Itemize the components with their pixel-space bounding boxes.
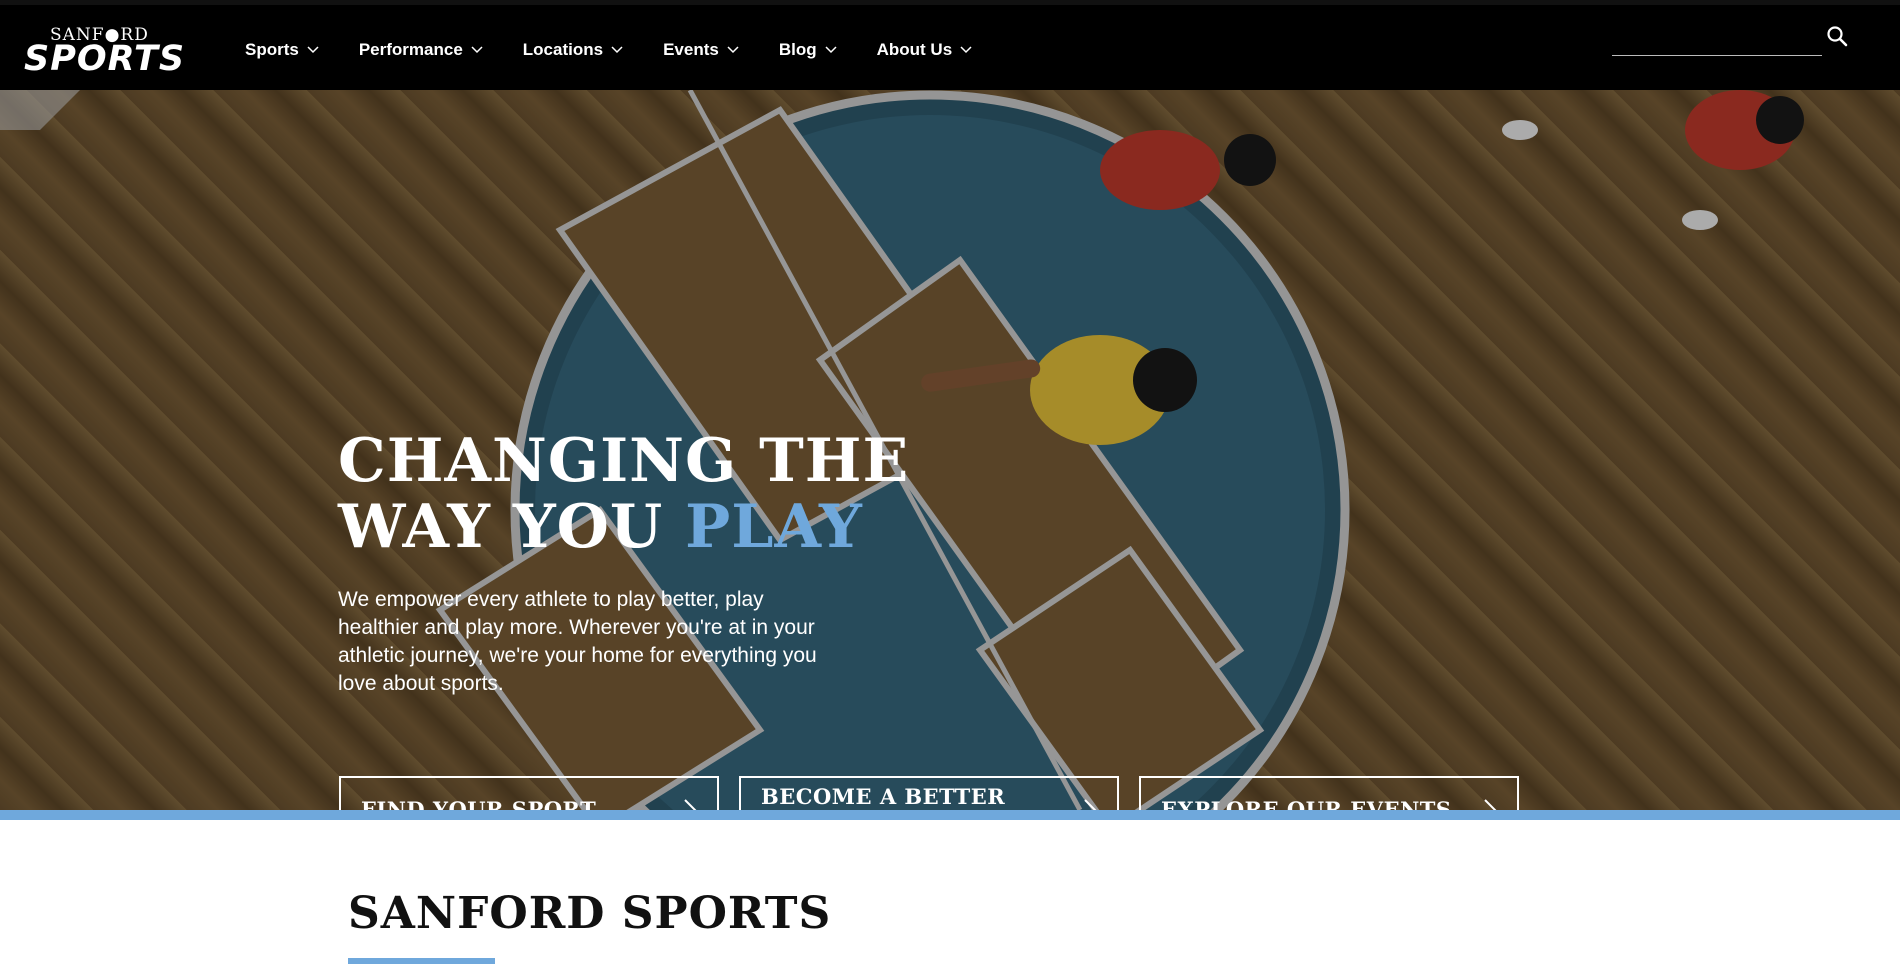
- chevron-down-icon: [960, 46, 972, 54]
- chevron-right-icon: [684, 799, 697, 810]
- nav-item-sports[interactable]: Sports: [245, 40, 319, 60]
- hero-headline: CHANGING THE WAY YOU PLAY: [338, 428, 909, 560]
- explore-our-events-button[interactable]: EXPLORE OUR EVENTS: [1139, 776, 1519, 810]
- chevron-right-icon: [1084, 799, 1097, 810]
- chevron-down-icon: [471, 46, 483, 54]
- headline-line-2: WAY YOU PLAY: [338, 494, 909, 560]
- nav-item-label: Locations: [522, 40, 604, 59]
- nav-item-label: Sports: [245, 40, 299, 59]
- top-navigation-bar: SANF●RD SPORTS Sports Performance Locati…: [0, 0, 1900, 90]
- section-title-underline: [348, 958, 495, 964]
- nav-item-label: Events: [663, 40, 719, 59]
- hero-banner: CHANGING THE WAY YOU PLAY We empower eve…: [0, 90, 1900, 810]
- headline-line-1: CHANGING THE: [338, 426, 910, 496]
- hero-description: We empower every athlete to play better,…: [338, 588, 817, 695]
- headline-accent-word: PLAY: [685, 492, 863, 562]
- main-nav: Sports Performance Locations Events Blog…: [245, 5, 1012, 95]
- nav-item-about-us[interactable]: About Us: [877, 40, 973, 60]
- nav-item-performance[interactable]: Performance: [359, 40, 483, 60]
- sanford-sports-logo[interactable]: SANF●RD SPORTS: [24, 21, 184, 79]
- chevron-down-icon: [307, 46, 319, 54]
- chevron-right-icon: [1484, 799, 1497, 810]
- chevron-down-icon: [611, 46, 623, 54]
- logo-main-text: SPORTS: [24, 39, 186, 79]
- search-input[interactable]: [1612, 55, 1822, 56]
- nav-item-label: Performance: [358, 40, 463, 59]
- chevron-down-icon: [727, 46, 739, 54]
- nav-item-locations[interactable]: Locations: [523, 40, 623, 60]
- cta-label: FIND YOUR SPORT: [361, 797, 597, 810]
- nav-item-blog[interactable]: Blog: [779, 40, 837, 60]
- cta-label: BECOME A BETTER ATHLETE: [761, 784, 1006, 809]
- headline-line-2-prefix: WAY YOU: [338, 492, 686, 562]
- chevron-down-icon: [825, 46, 837, 54]
- hero-overlay: [0, 90, 1900, 810]
- nav-item-label: Blog: [778, 40, 817, 59]
- find-your-sport-button[interactable]: FIND YOUR SPORT: [339, 776, 719, 810]
- nav-item-label: About Us: [876, 40, 953, 59]
- search-icon[interactable]: [1826, 25, 1848, 47]
- hero-bottom-accent-bar: [0, 810, 1900, 820]
- cta-label: EXPLORE OUR EVENTS: [1161, 797, 1452, 810]
- section-title: SANFORD SPORTS: [348, 888, 832, 939]
- become-a-better-athlete-button[interactable]: BECOME A BETTER ATHLETE: [739, 776, 1119, 810]
- nav-item-events[interactable]: Events: [663, 40, 739, 60]
